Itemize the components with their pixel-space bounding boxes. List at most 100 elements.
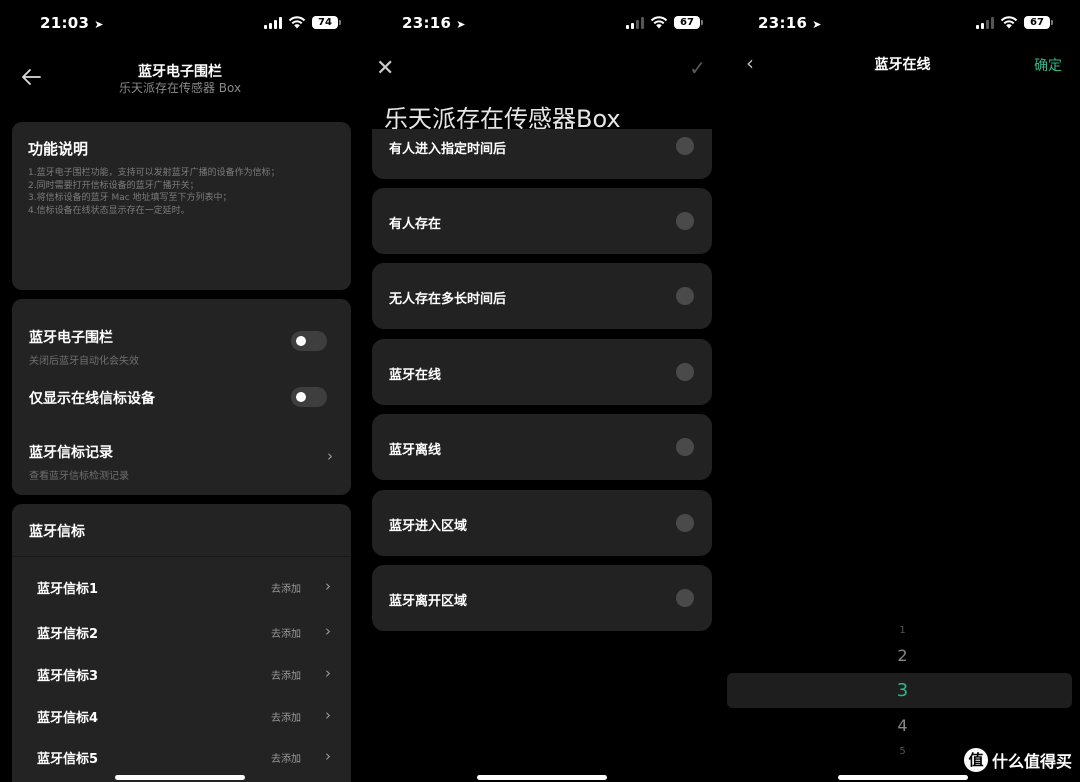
- beacon-row[interactable]: 蓝牙信标5 去添加 ›: [37, 747, 331, 768]
- online-only-row: 仅显示在线信标设备: [29, 387, 329, 408]
- status-bar: 23:16 ➤ 67: [725, 12, 1080, 36]
- beacon-record-row[interactable]: 蓝牙信标记录 查看蓝牙信标检测记录 ›: [29, 442, 333, 482]
- beacon-name: 蓝牙信标2: [37, 627, 99, 642]
- radio-button[interactable]: [676, 438, 694, 456]
- status-time: 21:03 ➤: [40, 14, 104, 32]
- radio-button[interactable]: [676, 514, 694, 532]
- add-link[interactable]: 去添加: [271, 709, 301, 724]
- condition-select-screen: 23:16 ➤ 67 ✕ ✓ 乐天派存在传感器Box 有人进入指定时间后 有人存在…: [362, 0, 722, 782]
- condition-label: 蓝牙离线: [389, 443, 442, 458]
- record-label: 蓝牙信标记录: [29, 445, 113, 461]
- status-time: 23:16 ➤: [402, 14, 466, 32]
- condition-option[interactable]: 蓝牙进入区域: [372, 490, 712, 556]
- record-sublabel: 查看蓝牙信标检测记录: [29, 471, 129, 482]
- beacon-list-card: 蓝牙信标 蓝牙信标1 去添加 › 蓝牙信标2 去添加 › 蓝牙信标3 去添加 ›…: [12, 504, 351, 782]
- chevron-right-icon: ›: [327, 447, 333, 465]
- home-indicator[interactable]: [115, 775, 245, 780]
- radio-button[interactable]: [676, 363, 694, 381]
- chevron-right-icon: ›: [325, 664, 331, 682]
- add-link[interactable]: 去添加: [271, 750, 301, 765]
- page-title: 蓝牙在线: [874, 57, 931, 73]
- chevron-right-icon: ›: [325, 747, 331, 765]
- picker-option[interactable]: 1: [725, 625, 1080, 636]
- condition-option[interactable]: 蓝牙离线: [372, 414, 712, 480]
- fence-sublabel: 关闭后蓝牙自动化会失效: [29, 356, 139, 367]
- add-link[interactable]: 去添加: [271, 580, 301, 595]
- settings-card: 蓝牙电子围栏 关闭后蓝牙自动化会失效 仅显示在线信标设备 蓝牙信标记录 查看蓝牙…: [12, 299, 351, 495]
- info-line: 1.蓝牙电子围栏功能，支持可以发射蓝牙广播的设备作为信标；: [28, 168, 280, 178]
- battery-icon: 67: [674, 16, 703, 29]
- watermark: 值 什么值得买: [963, 748, 1072, 772]
- wifi-icon: [650, 16, 668, 29]
- check-icon[interactable]: ✓: [689, 56, 706, 80]
- signal-icon: [976, 16, 994, 29]
- beacon-name: 蓝牙信标5: [37, 752, 99, 767]
- picker-option[interactable]: 4: [725, 716, 1080, 735]
- fence-setting-row: 蓝牙电子围栏 关闭后蓝牙自动化会失效: [29, 327, 329, 367]
- location-arrow-icon: ➤: [812, 18, 822, 31]
- add-link[interactable]: 去添加: [271, 625, 301, 640]
- battery-icon: 67: [1024, 16, 1053, 29]
- info-line: 3.将信标设备的蓝牙 Mac 地址填写至下方列表中；: [28, 193, 232, 203]
- beacon-name: 蓝牙信标4: [37, 711, 99, 726]
- signal-icon: [264, 16, 282, 29]
- bluetooth-online-screen: 23:16 ➤ 67 ‹ 蓝牙在线 确定 1 2 3 4 5 值 什么值得买: [725, 0, 1080, 782]
- radio-button[interactable]: [676, 287, 694, 305]
- beacon-section-title: 蓝牙信标: [29, 524, 85, 540]
- beacon-row[interactable]: 蓝牙信标3 去添加 ›: [37, 664, 331, 685]
- close-icon[interactable]: ✕: [376, 56, 394, 81]
- condition-label: 有人进入指定时间后: [389, 142, 507, 157]
- condition-option[interactable]: 有人存在: [372, 188, 712, 254]
- condition-option[interactable]: 有人进入指定时间后: [372, 129, 712, 179]
- picker-option[interactable]: 2: [725, 646, 1080, 665]
- chevron-right-icon: ›: [325, 706, 331, 724]
- picker-selected-option[interactable]: 3: [725, 680, 1080, 701]
- condition-label: 蓝牙离开区域: [389, 594, 468, 609]
- condition-label: 蓝牙进入区域: [389, 519, 468, 534]
- condition-option[interactable]: 蓝牙在线: [372, 339, 712, 405]
- status-icons: 67: [976, 16, 1053, 29]
- condition-list: 有人进入指定时间后 有人存在 无人存在多长时间后 蓝牙在线 蓝牙离线 蓝牙进入区…: [362, 129, 722, 782]
- battery-icon: 74: [312, 16, 341, 29]
- signal-icon: [626, 16, 644, 29]
- wifi-icon: [1000, 16, 1018, 29]
- location-arrow-icon: ➤: [94, 18, 104, 31]
- beacon-row[interactable]: 蓝牙信标4 去添加 ›: [37, 706, 331, 727]
- status-bar: 23:16 ➤ 67: [362, 12, 722, 36]
- status-icons: 67: [626, 16, 703, 29]
- condition-option[interactable]: 无人存在多长时间后: [372, 263, 712, 329]
- home-indicator[interactable]: [477, 775, 607, 780]
- bluetooth-fence-screen: 21:03 ➤ 74 蓝牙电子围栏 乐天派存在传感器 Box 功能说明 1.蓝牙电…: [0, 0, 360, 782]
- radio-button[interactable]: [676, 589, 694, 607]
- divider: [12, 556, 351, 557]
- home-indicator[interactable]: [837, 775, 968, 780]
- watermark-logo-icon: 值: [963, 748, 988, 772]
- condition-label: 无人存在多长时间后: [389, 292, 507, 307]
- status-bar: 21:03 ➤ 74: [0, 12, 360, 36]
- chevron-right-icon: ›: [325, 622, 331, 640]
- condition-option[interactable]: 蓝牙离开区域: [372, 565, 712, 631]
- online-only-label: 仅显示在线信标设备: [29, 391, 155, 407]
- status-time: 23:16 ➤: [758, 14, 822, 32]
- online-only-toggle[interactable]: [291, 387, 327, 407]
- info-title: 功能说明: [28, 140, 89, 158]
- radio-button[interactable]: [676, 137, 694, 155]
- status-icons: 74: [264, 16, 341, 29]
- condition-label: 有人存在: [389, 217, 442, 232]
- add-link[interactable]: 去添加: [271, 667, 301, 682]
- page-title: 蓝牙电子围栏: [138, 64, 222, 80]
- wifi-icon: [288, 16, 306, 29]
- radio-button[interactable]: [676, 212, 694, 230]
- info-card: 功能说明 1.蓝牙电子围栏功能，支持可以发射蓝牙广播的设备作为信标； 2.同时需…: [12, 122, 351, 290]
- beacon-name: 蓝牙信标3: [37, 669, 99, 684]
- watermark-text: 什么值得买: [991, 752, 1072, 771]
- info-line: 2.同时需要打开信标设备的蓝牙广播开关；: [28, 180, 199, 191]
- chevron-right-icon: ›: [325, 577, 331, 595]
- confirm-button[interactable]: 确定: [1034, 55, 1062, 75]
- info-line: 4.信标设备在线状态显示存在一定延时。: [28, 205, 190, 216]
- condition-label: 蓝牙在线: [389, 368, 442, 383]
- beacon-row[interactable]: 蓝牙信标2 去添加 ›: [37, 622, 331, 643]
- page-subtitle: 乐天派存在传感器 Box: [118, 81, 242, 95]
- beacon-row[interactable]: 蓝牙信标1 去添加 ›: [37, 577, 331, 598]
- fence-toggle[interactable]: [291, 331, 327, 351]
